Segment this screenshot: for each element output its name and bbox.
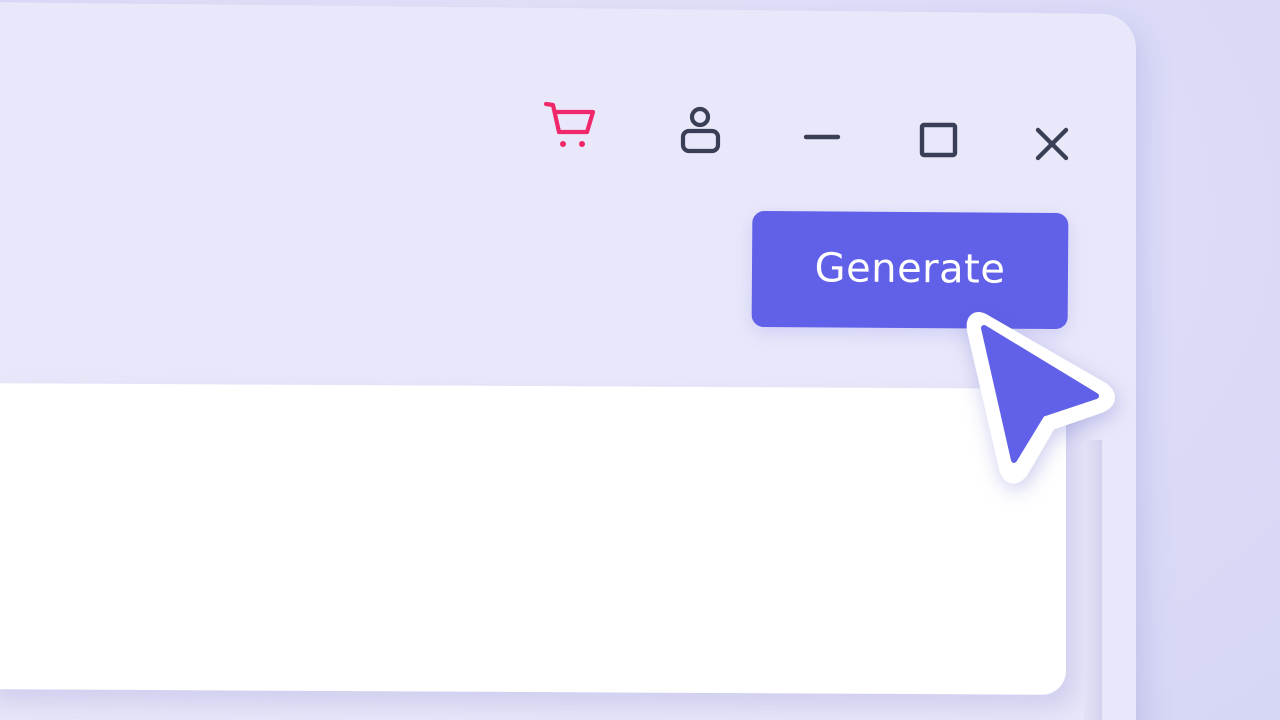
maximize-button[interactable] bbox=[910, 110, 968, 168]
close-icon bbox=[1035, 127, 1069, 161]
window-controls bbox=[0, 96, 1280, 166]
close-button[interactable] bbox=[1024, 118, 1082, 176]
cart-icon bbox=[543, 101, 596, 147]
account-button[interactable] bbox=[672, 100, 730, 158]
maximize-icon bbox=[919, 122, 958, 158]
cart-button[interactable] bbox=[540, 96, 602, 158]
minimize-icon bbox=[803, 134, 841, 140]
content-panel bbox=[0, 383, 1066, 695]
account-icon bbox=[680, 106, 721, 154]
mouse-pointer-icon bbox=[966, 312, 1115, 484]
minimize-button[interactable] bbox=[796, 110, 852, 160]
